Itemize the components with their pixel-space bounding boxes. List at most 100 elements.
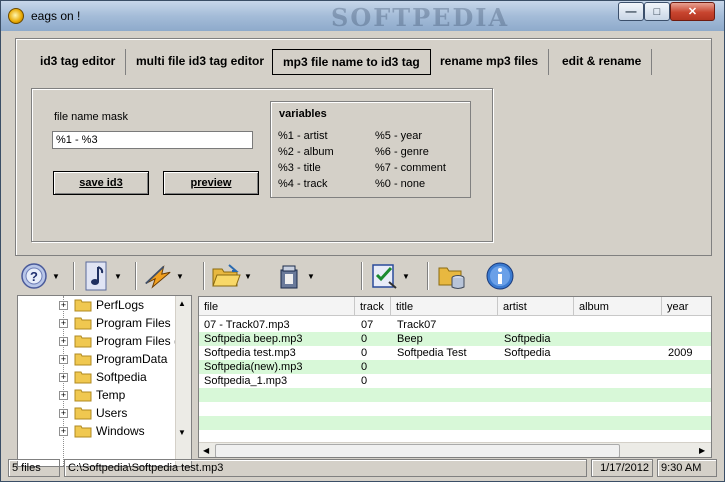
empty-row (199, 402, 711, 416)
tree-item-program-files-x86[interactable]: + Program Files (x86) (18, 332, 191, 350)
minimize-button[interactable]: — (618, 2, 644, 21)
tree-item-users[interactable]: + Users (18, 404, 178, 422)
expand-icon[interactable]: + (59, 426, 68, 436)
tree-item-label: Temp (96, 388, 126, 402)
tree-item-temp[interactable]: + Temp (18, 386, 178, 404)
expand-icon[interactable]: + (59, 354, 68, 364)
expand-icon[interactable]: + (59, 300, 68, 310)
empty-row (199, 430, 711, 442)
folder-database-icon (437, 261, 467, 291)
cell-file: 07 - Track07.mp3 (204, 319, 290, 331)
table-row[interactable]: Softpedia_1.mp3 0 (199, 374, 711, 388)
expand-icon[interactable]: + (59, 390, 68, 400)
table-row[interactable]: Softpedia test.mp3 0 Softpedia Test Soft… (199, 346, 711, 360)
open-folder-dropdown-icon[interactable]: ▼ (244, 272, 252, 281)
variable-comment: %7 - comment (375, 162, 446, 174)
paint-bucket-tool-button[interactable]: ▼ (274, 260, 315, 292)
expand-icon[interactable]: + (59, 336, 68, 346)
toolbar-separator (361, 262, 363, 290)
tree-item-label: Softpedia (96, 370, 147, 384)
expand-icon[interactable]: + (59, 372, 68, 382)
table-row[interactable]: Softpedia beep.mp3 0 Beep Softpedia (199, 332, 711, 346)
tab-panel: id3 tag editor multi file id3 tag editor… (15, 38, 712, 256)
folder-icon (74, 335, 92, 348)
table-row[interactable]: Softpedia(new).mp3 0 (199, 360, 711, 374)
tree-item-programdata[interactable]: + ProgramData (18, 350, 178, 368)
cell-year: 2009 (668, 347, 693, 359)
checklist-dropdown-icon[interactable]: ▼ (402, 272, 410, 281)
close-button[interactable]: ✕ (670, 2, 715, 21)
tab-mp3-file-name-to-id3-tag[interactable]: mp3 file name to id3 tag (272, 49, 431, 75)
tree-item-label: Program Files (96, 316, 171, 330)
table-horizontal-scrollbar[interactable]: ◀ ▶ (199, 442, 711, 457)
folder-icon (74, 353, 92, 366)
softpedia-watermark: SOFTPEDIA (331, 3, 510, 32)
music-dropdown-icon[interactable]: ▼ (114, 272, 122, 281)
minimize-icon: — (625, 5, 637, 18)
help-dropdown-icon[interactable]: ▼ (52, 272, 60, 281)
title-bar[interactable]: eags on ! SOFTPEDIA — □ ✕ (1, 1, 724, 32)
cell-title: Track07 (397, 319, 437, 331)
column-header-album[interactable]: album (574, 297, 662, 316)
expand-icon[interactable]: + (59, 408, 68, 418)
file-name-mask-input[interactable] (52, 131, 253, 149)
folder-icon (74, 299, 92, 312)
lightning-icon (143, 261, 173, 291)
maximize-icon: □ (653, 5, 661, 18)
variable-album: %2 - album (278, 146, 334, 158)
status-bar: 5 files C:\Softpedia\Softpedia test.mp3 … (2, 457, 723, 481)
toolbar: ? ▼ ▼ ▼ ▼ ▼ ▼ (17, 257, 712, 295)
tab-edit-and-rename[interactable]: edit & rename (552, 49, 653, 75)
cell-track: 0 (361, 375, 368, 387)
cell-track: 07 (361, 319, 374, 331)
toolbar-separator (73, 262, 75, 290)
column-header-year[interactable]: year (662, 297, 711, 316)
file-table[interactable]: file track title artist album year 07 - … (198, 296, 712, 458)
checklist-icon (369, 261, 399, 291)
tree-item-label: Windows (96, 424, 145, 438)
column-header-title[interactable]: title (391, 297, 498, 316)
table-row[interactable]: 07 - Track07.mp3 07 Track07 (199, 318, 711, 332)
app-window: eags on ! SOFTPEDIA — □ ✕ id3 tag editor… (0, 0, 725, 482)
tree-item-softpedia[interactable]: + Softpedia (18, 368, 178, 386)
variable-artist: %1 - artist (278, 130, 328, 142)
tab-id3-tag-editor[interactable]: id3 tag editor (30, 49, 127, 75)
column-header-file[interactable]: file (199, 297, 355, 316)
expand-icon[interactable]: + (59, 318, 68, 328)
tab-rename-mp3-files[interactable]: rename mp3 files (430, 49, 550, 75)
maximize-button[interactable]: □ (644, 2, 670, 21)
folder-tree[interactable]: + PerfLogs + Program Files + Program Fil… (17, 295, 192, 467)
scroll-up-icon[interactable]: ▲ (178, 299, 186, 308)
lightning-dropdown-icon[interactable]: ▼ (176, 272, 184, 281)
info-tool-button[interactable] (485, 260, 515, 292)
help-tool-button[interactable]: ? ▼ (19, 260, 60, 292)
tab-multi-file-id3-tag-editor[interactable]: multi file id3 tag editor (126, 49, 276, 75)
open-folder-tool-button[interactable]: ▼ (211, 260, 252, 292)
scroll-left-icon[interactable]: ◀ (203, 446, 209, 455)
mask-panel: file name mask save id3 preview variable… (31, 88, 493, 242)
folder-icon (74, 425, 92, 438)
scroll-down-icon[interactable]: ▼ (178, 428, 186, 437)
lightning-tool-button[interactable]: ▼ (143, 260, 184, 292)
variable-none: %0 - none (375, 178, 426, 190)
folder-icon (74, 407, 92, 420)
tree-item-program-files[interactable]: + Program Files (18, 314, 178, 332)
column-header-artist[interactable]: artist (498, 297, 574, 316)
save-id3-button[interactable]: save id3 (53, 171, 149, 195)
status-date: 1/17/2012 (591, 459, 653, 477)
info-icon (485, 261, 515, 291)
tree-vertical-scrollbar[interactable]: ▲ ▼ (175, 296, 191, 466)
preview-button[interactable]: preview (163, 171, 259, 195)
scrollbar-thumb[interactable] (215, 444, 620, 457)
paint-bucket-dropdown-icon[interactable]: ▼ (307, 272, 315, 281)
tree-item-perflogs[interactable]: + PerfLogs (18, 296, 178, 314)
tree-item-windows[interactable]: + Windows (18, 422, 178, 440)
music-tool-button[interactable]: ▼ (81, 260, 122, 292)
column-header-track[interactable]: track (355, 297, 391, 316)
folder-database-tool-button[interactable] (437, 260, 467, 292)
tree-item-label: Users (96, 406, 128, 420)
folder-icon (74, 389, 92, 402)
open-folder-icon (211, 261, 241, 291)
scroll-right-icon[interactable]: ▶ (699, 446, 705, 455)
checklist-tool-button[interactable]: ▼ (369, 260, 410, 292)
